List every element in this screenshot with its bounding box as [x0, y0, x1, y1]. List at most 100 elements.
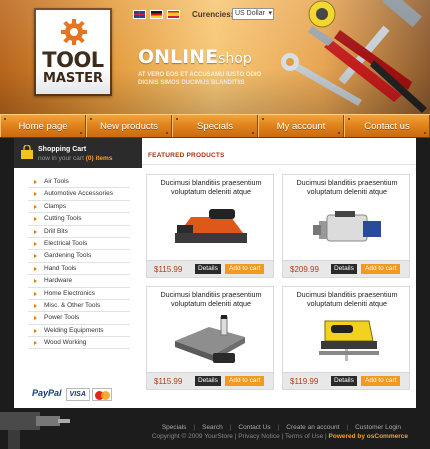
arrow-bullet-icon	[34, 291, 37, 296]
add-to-cart-button[interactable]: Add to cart	[225, 376, 265, 386]
product-card: Ducimusi blanditiis praesentium voluptat…	[282, 174, 410, 278]
banner-shop: shop	[218, 51, 252, 67]
product-title[interactable]: Ducimusi blanditiis praesentium voluptat…	[151, 290, 271, 308]
shopping-bag-icon	[21, 145, 33, 159]
banner-tagline: AT VERO EOS ET ACCUSAMU IUSTO ODIO DIGNI…	[138, 72, 262, 86]
category-label: Wood Working	[44, 339, 87, 347]
main-area: Shopping Cart now in your cart (0) items…	[14, 138, 416, 408]
product-card: Ducimusi blanditiis praesentium voluptat…	[146, 174, 274, 278]
category-label: Electrical Tools	[44, 239, 88, 247]
arrow-bullet-icon	[34, 266, 37, 271]
nav-home[interactable]: Home page	[0, 115, 86, 137]
add-to-cart-button[interactable]: Add to cart	[361, 264, 401, 274]
category-label: Misc. & Other Tools	[44, 301, 101, 309]
category-item[interactable]: Misc. & Other Tools	[28, 300, 130, 313]
product-actions: $115.99 Details Add to cart	[147, 372, 273, 389]
category-item[interactable]: Gardening Tools	[28, 250, 130, 263]
category-label: Power Tools	[44, 314, 80, 322]
category-item[interactable]: Wood Working	[28, 337, 130, 350]
nav-specials[interactable]: Specials	[172, 115, 258, 137]
product-actions: $119.99 Details Add to cart	[283, 372, 409, 389]
add-to-cart-button[interactable]: Add to cart	[225, 264, 265, 274]
category-item[interactable]: Air Tools	[28, 176, 130, 189]
featured-products-title: FEATURED PRODUCTS	[148, 152, 225, 159]
sidebar: Shopping Cart now in your cart (0) items…	[14, 138, 142, 408]
shopping-cart-box[interactable]: Shopping Cart now in your cart (0) items	[14, 138, 142, 168]
nav-new-products[interactable]: New products	[86, 115, 172, 137]
footer-link-specials[interactable]: Specials	[155, 424, 194, 431]
category-label: Hand Tools	[44, 264, 77, 272]
copyright: Copyright © 2009 YourStore | Privacy Not…	[152, 433, 408, 440]
footer-link-login[interactable]: Customer Login	[348, 424, 408, 431]
divider	[142, 164, 416, 165]
category-label: Gardening Tools	[44, 252, 92, 260]
content-area: FEATURED PRODUCTS Ducimusi blanditiis pr…	[142, 138, 416, 408]
footer-links: Specials | Search | Contact Us | Create an …	[155, 424, 408, 431]
arrow-bullet-icon	[34, 192, 37, 197]
jigsaw-icon[interactable]	[305, 311, 389, 367]
product-price: $119.99	[290, 377, 319, 386]
add-to-cart-button[interactable]: Add to cart	[361, 376, 401, 386]
category-item[interactable]: Home Electronics	[28, 288, 130, 300]
header: TOOL MASTER Curencies: US Dollar ONLINEs…	[0, 0, 430, 114]
currencies-label: Curencies:	[192, 10, 234, 19]
category-item[interactable]: Hand Tools	[28, 263, 130, 276]
arrow-bullet-icon	[34, 279, 37, 284]
cart-subtitle: now in your cart (0) items	[38, 155, 112, 162]
nav-my-account[interactable]: My account	[258, 115, 344, 137]
category-item[interactable]: Welding Equipments	[28, 325, 130, 338]
arrow-bullet-icon	[34, 241, 37, 246]
category-item[interactable]: Drill Bits	[28, 226, 130, 238]
product-price: $115.99	[154, 265, 183, 274]
category-item[interactable]: Electrical Tools	[28, 238, 130, 251]
category-item[interactable]: Power Tools	[28, 312, 130, 325]
arrow-bullet-icon	[34, 328, 37, 333]
category-label: Cutting Tools	[44, 215, 82, 223]
product-title[interactable]: Ducimusi blanditiis praesentium voluptat…	[151, 178, 271, 196]
tool-kit-icon[interactable]	[169, 311, 253, 367]
details-button[interactable]: Details	[331, 376, 357, 386]
details-button[interactable]: Details	[195, 264, 221, 274]
category-label: Home Electronics	[44, 289, 95, 297]
flag-english-icon[interactable]	[133, 10, 146, 19]
product-title[interactable]: Ducimusi blanditiis praesentium voluptat…	[287, 178, 407, 196]
drill-icon	[0, 412, 70, 449]
language-flags	[133, 10, 180, 19]
flag-spanish-icon[interactable]	[167, 10, 180, 19]
powered-by-link[interactable]: Powered by osCommerce	[329, 433, 408, 440]
core-drill-icon[interactable]	[305, 199, 389, 255]
category-list: Air Tools Automotive Accessories Clamps …	[14, 176, 142, 350]
gear-icon	[61, 19, 87, 45]
footer-link-create-account[interactable]: Create an account	[279, 424, 346, 431]
logo-text-master: MASTER	[42, 71, 104, 86]
category-item[interactable]: Automotive Accessories	[28, 188, 130, 201]
category-label: Air Tools	[44, 178, 69, 185]
category-item[interactable]: Clamps	[28, 201, 130, 214]
arrow-bullet-icon	[34, 341, 37, 346]
product-actions: $115.99 Details Add to cart	[147, 260, 273, 277]
arrow-bullet-icon	[34, 229, 37, 234]
category-item[interactable]: Cutting Tools	[28, 213, 130, 226]
arrow-bullet-icon	[34, 217, 37, 222]
category-label: Drill Bits	[44, 227, 68, 235]
details-button[interactable]: Details	[331, 264, 357, 274]
cart-title: Shopping Cart	[38, 146, 87, 153]
electric-planer-icon[interactable]	[169, 199, 253, 255]
currency-selected-value: US Dollar	[235, 10, 265, 17]
cart-count: (0) items	[85, 155, 113, 162]
category-label: Automotive Accessories	[44, 190, 114, 198]
footer-link-contact[interactable]: Contact Us	[231, 424, 277, 431]
cart-subtitle-text: now in your cart	[38, 155, 84, 162]
footer-link-search[interactable]: Search	[195, 424, 230, 431]
flag-german-icon[interactable]	[150, 10, 163, 19]
logo[interactable]: TOOL MASTER	[34, 8, 112, 96]
product-card: Ducimusi blanditiis praesentium voluptat…	[146, 286, 274, 390]
category-item[interactable]: Hardware	[28, 275, 130, 288]
copyright-text: Copyright © 2009 YourStore | Privacy Not…	[151, 433, 327, 440]
details-button[interactable]: Details	[195, 376, 221, 386]
product-card: Ducimusi blanditiis praesentium voluptat…	[282, 286, 410, 390]
product-actions: $209.99 Details Add to cart	[283, 260, 409, 277]
arrow-bullet-icon	[34, 180, 37, 184]
product-title[interactable]: Ducimusi blanditiis praesentium voluptat…	[287, 290, 407, 308]
nav-contact-us[interactable]: Contact us	[344, 115, 430, 137]
